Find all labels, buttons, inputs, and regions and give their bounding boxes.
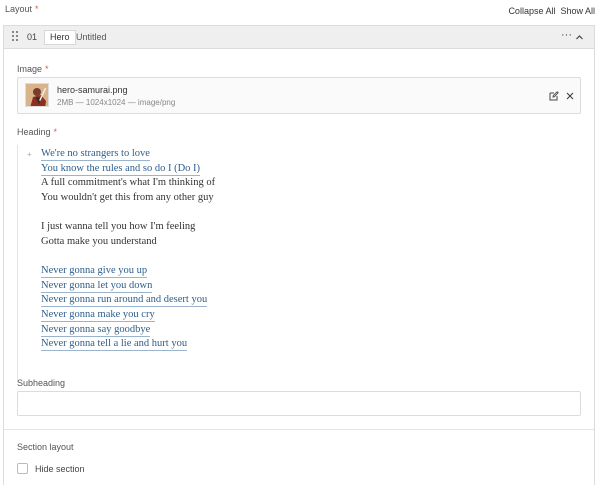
block-title: Untitled (76, 32, 107, 42)
heading-line: Never gonna give you up (41, 265, 148, 278)
top-bar: Layout * Collapse All Show All (0, 0, 600, 20)
required-mark: * (45, 64, 49, 74)
heading-line: I just wanna tell you how I'm feeling (41, 221, 196, 232)
heading-line: Never gonna let you down (41, 280, 153, 293)
top-actions: Collapse All Show All (508, 6, 595, 16)
more-icon[interactable]: ··· (561, 29, 572, 41)
hide-section-label[interactable]: Hide section (35, 464, 85, 474)
heading-rich-text-editor[interactable]: + We're no strangers to love You know th… (17, 145, 581, 382)
show-all-button[interactable]: Show All (560, 6, 595, 16)
add-block-icon[interactable]: + (27, 150, 32, 159)
chevron-up-icon[interactable] (576, 34, 583, 41)
image-field[interactable]: hero-samurai.png 2MB — 1024x1024 — image… (17, 77, 581, 114)
heading-line: Never gonna make you cry (41, 309, 155, 322)
image-file-meta: 2MB — 1024x1024 — image/png (57, 98, 176, 107)
image-thumbnail (25, 83, 49, 107)
layout-label: Layout * (5, 4, 39, 14)
image-label: Image * (17, 64, 49, 74)
subheading-input[interactable] (17, 391, 581, 416)
required-mark: * (35, 4, 39, 14)
heading-line: A full commitment's what I'm thinking of (41, 177, 216, 188)
block-index: 01 (27, 32, 38, 42)
collapse-all-button[interactable]: Collapse All (508, 6, 555, 16)
image-file-name: hero-samurai.png (57, 85, 128, 95)
heading-label: Heading * (17, 127, 58, 137)
hide-section-checkbox[interactable] (17, 463, 28, 474)
edit-icon[interactable] (549, 91, 559, 101)
heading-line: You wouldn't get this from any other guy (41, 192, 214, 203)
heading-line: Never gonna run around and desert you (41, 294, 208, 307)
layout-block: 01 Hero Untitled ··· Image * hero-samurai… (3, 25, 595, 485)
block-type-badge: Hero (44, 30, 76, 45)
required-mark: * (53, 127, 58, 137)
drag-handle-icon[interactable] (12, 31, 20, 43)
heading-line: Gotta make you understand (41, 236, 157, 247)
heading-line: You know the rules and so do I (Do I) (41, 163, 201, 176)
block-header[interactable]: 01 Hero Untitled ··· (4, 26, 594, 49)
heading-line: Never gonna tell a lie and hurt you (41, 338, 188, 351)
subheading-label: Subheading (17, 378, 66, 388)
section-divider (4, 429, 594, 430)
heading-line: Never gonna say goodbye (41, 324, 151, 337)
heading-line: We're no strangers to love (41, 148, 150, 161)
section-layout-label: Section layout (17, 442, 74, 452)
close-icon[interactable] (565, 91, 575, 101)
